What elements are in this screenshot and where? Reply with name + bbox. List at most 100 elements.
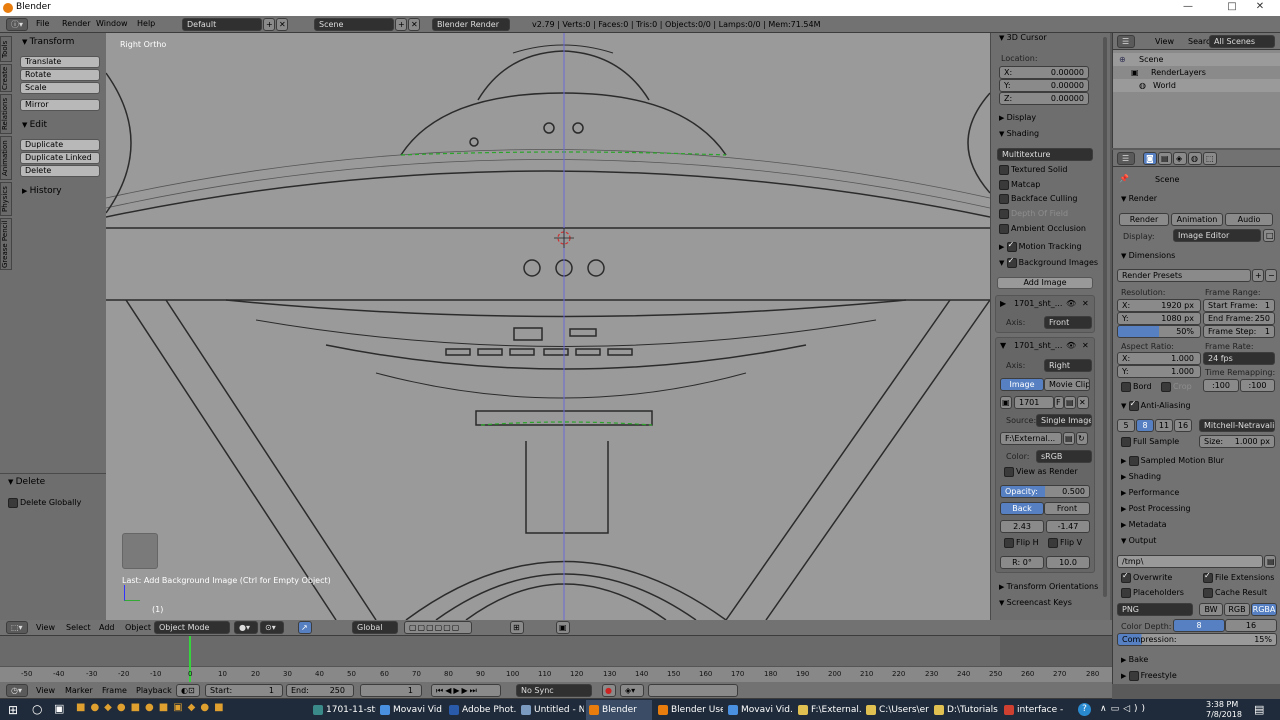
task-view-icon[interactable]: ▣ xyxy=(54,702,64,715)
cursor-panel-header[interactable]: 3D Cursor xyxy=(999,33,1047,42)
taskbar-item[interactable]: C:\Users\eri... xyxy=(863,700,929,720)
bg2-back-button[interactable]: Back xyxy=(1000,502,1044,515)
tab-create[interactable]: Create xyxy=(0,64,12,92)
background-images-header[interactable]: Background Images xyxy=(999,258,1099,267)
object-context-icon[interactable]: ⬚ xyxy=(1203,152,1217,165)
outliner-filter-select[interactable]: All Scenes xyxy=(1209,35,1275,48)
motion-tracking-toggle[interactable]: Motion Tracking xyxy=(1007,242,1082,251)
output-panel-header[interactable]: Output xyxy=(1121,536,1157,545)
aa-samples-8[interactable]: 8 xyxy=(1136,419,1154,432)
transform-orientation-select[interactable]: Global xyxy=(352,621,398,634)
sync-mode-select[interactable]: No Sync xyxy=(516,684,592,697)
placeholders-checkbox[interactable]: Placeholders xyxy=(1121,588,1184,598)
cursor-x-field[interactable]: X: 0.00000 xyxy=(999,66,1089,79)
world-context-icon[interactable]: ◍ xyxy=(1188,152,1202,165)
aa-samples-5[interactable]: 5 xyxy=(1117,419,1135,432)
menu-window[interactable]: Window xyxy=(96,19,128,28)
post-processing-header[interactable]: Post Processing xyxy=(1121,504,1191,513)
tab-tools[interactable]: Tools xyxy=(0,36,12,62)
start-frame-field[interactable]: Start Frame: 1 xyxy=(1203,299,1275,312)
view3d-menu-add[interactable]: Add xyxy=(99,623,115,632)
cursor-y-field[interactable]: Y: 0.00000 xyxy=(999,79,1089,92)
menu-render[interactable]: Render xyxy=(62,19,90,28)
current-frame-field[interactable]: 1 xyxy=(360,684,422,697)
taskbar-item[interactable]: 1701-11-stu... xyxy=(310,700,376,720)
dimensions-panel-header[interactable]: Dimensions xyxy=(1121,251,1176,260)
keying-set-icon[interactable]: ◈▾ xyxy=(620,684,644,697)
bg2-size-field[interactable]: 10.0 xyxy=(1046,556,1090,569)
screen-layout-select[interactable]: Default xyxy=(182,18,262,31)
add-scene-button[interactable]: + xyxy=(395,18,407,31)
bg2-fake-user[interactable]: F xyxy=(1054,396,1064,409)
scene-context-icon[interactable]: ◈ xyxy=(1173,152,1187,165)
resolution-x-field[interactable]: X: 1920 px xyxy=(1117,299,1201,312)
close-button[interactable]: ✕ xyxy=(1240,1,1280,12)
add-screen-button[interactable]: + xyxy=(263,18,275,31)
render-context-icon[interactable]: ◙ xyxy=(1143,152,1157,165)
color-depth-16[interactable]: 16 xyxy=(1225,619,1277,632)
view3d-menu-view[interactable]: View xyxy=(36,623,55,632)
bg2-open-folder-icon[interactable]: ▤ xyxy=(1064,396,1076,409)
scale-button[interactable]: Scale xyxy=(20,82,100,94)
taskbar-item[interactable]: F:\External... xyxy=(795,700,861,720)
menu-file[interactable]: File xyxy=(36,19,49,28)
duplicate-button[interactable]: Duplicate xyxy=(20,139,100,151)
output-folder-icon[interactable]: ▤ xyxy=(1264,555,1276,568)
history-panel-header[interactable]: History xyxy=(22,186,62,196)
timeline-menu-marker[interactable]: Marker xyxy=(65,686,93,695)
taskbar-item[interactable]: D:\Tutorials xyxy=(931,700,999,720)
outliner-row-world[interactable]: ◍ World xyxy=(1113,79,1280,92)
bg1-expand-icon[interactable]: ▶ xyxy=(1000,299,1006,308)
view3d-menu-object[interactable]: Object xyxy=(125,623,151,632)
bg2-opacity-slider[interactable]: Opacity: 0.500 xyxy=(1000,485,1090,498)
freestyle-toggle[interactable]: Freestyle xyxy=(1129,671,1177,680)
taskbar-item[interactable]: Movavi Vid... xyxy=(377,700,443,720)
scene-select[interactable]: Scene xyxy=(314,18,394,31)
bg1-axis-select[interactable]: Front xyxy=(1044,316,1092,329)
bg2-reload-icon[interactable]: ↻ xyxy=(1076,432,1088,445)
tab-relations[interactable]: Relations xyxy=(0,94,12,134)
render-button[interactable]: Render xyxy=(1119,213,1169,226)
color-rgba-button[interactable]: RGBA xyxy=(1251,603,1277,616)
depth-of-field-checkbox[interactable]: Depth Of Field xyxy=(999,209,1068,219)
bg2-image-name[interactable]: 1701 xyxy=(1014,396,1054,409)
pinned-apps-icons[interactable]: ■●◆●■●■▣◆●■ xyxy=(76,702,229,713)
timeline-menu-view[interactable]: View xyxy=(36,686,55,695)
timeline[interactable] xyxy=(0,636,1112,682)
render-shading-header[interactable]: Shading xyxy=(1121,472,1162,481)
add-preset-button[interactable]: + xyxy=(1252,269,1264,282)
timeline-menu-frame[interactable]: Frame xyxy=(102,686,127,695)
color-bw-button[interactable]: BW xyxy=(1199,603,1223,616)
screencast-keys-header[interactable]: Screencast Keys xyxy=(999,598,1072,607)
display-panel-header[interactable]: Display xyxy=(999,113,1037,122)
display-lock-icon[interactable]: □ xyxy=(1263,229,1275,242)
anti-aliasing-toggle[interactable]: Anti-Aliasing xyxy=(1129,401,1191,410)
aa-samples-11[interactable]: 11 xyxy=(1155,419,1173,432)
layers-context-icon[interactable]: ▤ xyxy=(1158,152,1172,165)
rotate-button[interactable]: Rotate xyxy=(20,69,100,81)
properties-editor-icon[interactable]: ☰ xyxy=(1117,152,1135,165)
bg1-remove-icon[interactable]: ✕ xyxy=(1082,299,1089,308)
remap-new-field[interactable]: :100 xyxy=(1240,379,1275,392)
aa-filter-select[interactable]: Mitchell-Netravali xyxy=(1199,419,1275,432)
sampled-motion-blur-header[interactable]: Sampled Motion Blur xyxy=(1121,456,1224,465)
help-icon[interactable]: ? xyxy=(1078,703,1091,716)
remove-scene-button[interactable]: ✕ xyxy=(408,18,420,31)
editor-type-icon[interactable]: ⓘ▾ xyxy=(6,18,28,31)
notifications-icon[interactable]: ▤ xyxy=(1254,703,1264,716)
pin-icon[interactable]: 📌 xyxy=(1119,174,1129,183)
crop-checkbox[interactable]: Crop xyxy=(1161,382,1192,392)
aspect-x-field[interactable]: X: 1.000 xyxy=(1117,352,1201,365)
end-frame-field[interactable]: End Frame: 250 xyxy=(1203,312,1275,325)
motion-tracking-header[interactable]: Motion Tracking xyxy=(999,242,1082,251)
border-checkbox[interactable]: Bord xyxy=(1121,382,1152,392)
shading-mode-select[interactable]: Multitexture xyxy=(997,148,1093,161)
compression-slider[interactable]: Compression: 15% xyxy=(1117,633,1277,646)
outliner-editor-icon[interactable]: ☰ xyxy=(1117,35,1135,48)
bg2-path-field[interactable]: F:\External... xyxy=(1000,432,1062,445)
bg2-colorspace-select[interactable]: sRGB xyxy=(1036,450,1092,463)
bg2-flip-h-checkbox[interactable]: Flip H xyxy=(1004,538,1039,548)
resolution-percentage[interactable]: 50% xyxy=(1117,325,1201,338)
matcap-checkbox[interactable]: Matcap xyxy=(999,180,1040,190)
motion-blur-toggle[interactable]: Sampled Motion Blur xyxy=(1129,456,1224,465)
